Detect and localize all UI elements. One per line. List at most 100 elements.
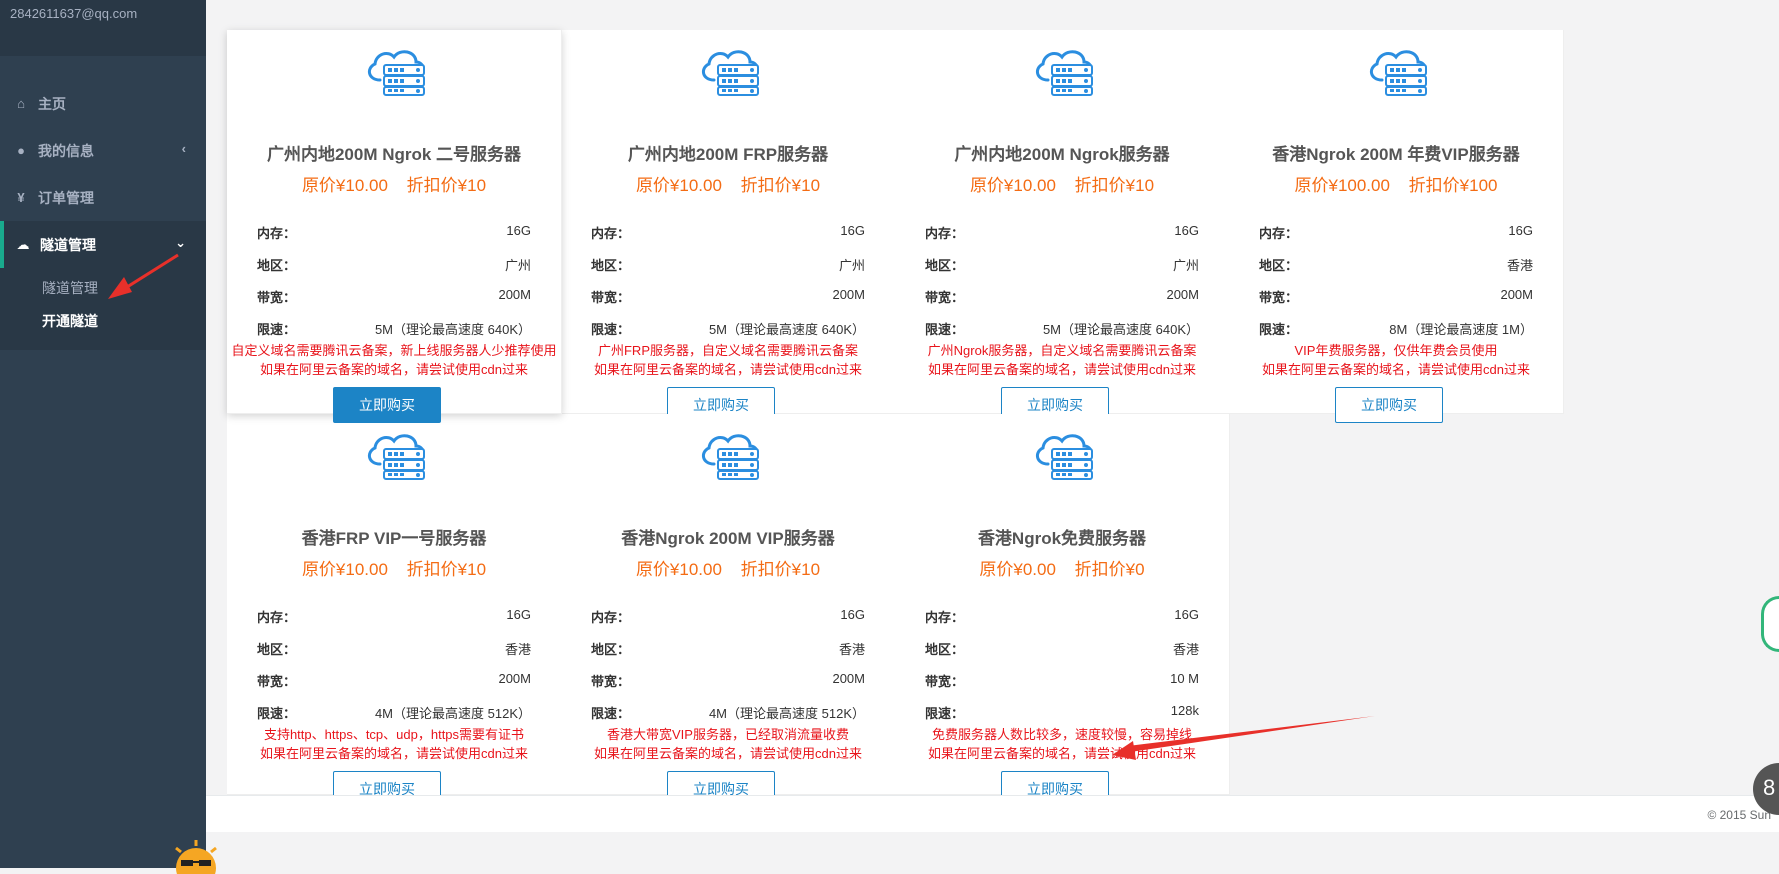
spec-speed: 限速： 8M（理论最高速度 1M）	[1259, 319, 1533, 339]
spec-label: 地区：	[925, 642, 965, 657]
discount-price: 折扣价¥10	[740, 560, 821, 579]
server-price: 原价¥10.00 折扣价¥10	[227, 555, 561, 580]
server-card: 香港Ngrok 200M VIP服务器 原价¥10.00 折扣价¥10 内存： …	[561, 414, 896, 807]
spec-label: 限速：	[257, 706, 297, 721]
spec-memory: 内存： 16G	[1259, 223, 1533, 243]
cloud-server-icon	[1035, 434, 1093, 480]
spec-region: 地区： 广州	[591, 255, 865, 275]
spec-label: 带宽：	[257, 674, 297, 689]
server-note: 免费服务器人数比较多，速度较慢，容易掉线	[931, 727, 1192, 742]
subnav-tunnel-manage[interactable]: 隧道管理	[0, 272, 206, 305]
spec-label: 带宽：	[1259, 290, 1299, 305]
spec-speed: 限速： 5M（理论最高速度 640K）	[591, 319, 865, 339]
spec-region: 地区： 香港	[1259, 255, 1533, 275]
server-card: 香港Ngrok免费服务器 原价¥0.00 折扣价¥0 内存： 16G 地区： 香…	[895, 414, 1230, 807]
spec-value: 16G	[506, 607, 531, 622]
nav-item-tunnels[interactable]: ☁ 隧道管理 ⌄	[0, 221, 206, 268]
sidebar: 2842611637@qq.com ⌂ 主页 ● 我的信息 ‹ ¥ 订单管理 ☁…	[0, 0, 206, 868]
spec-value: 16G	[506, 223, 531, 238]
tunnel-submenu: 隧道管理 开通隧道	[0, 268, 206, 350]
spec-label: 地区：	[1259, 258, 1299, 273]
nav-item-orders[interactable]: ¥ 订单管理	[0, 174, 206, 221]
spec-value: 香港	[1172, 642, 1199, 657]
spec-memory: 内存： 16G	[925, 223, 1199, 243]
server-note: 广州Ngrok服务器，自定义域名需要腾讯云备案	[927, 343, 1197, 358]
spec-bandwidth: 带宽： 200M	[925, 287, 1199, 307]
server-title: 广州内地200M Ngrok 二号服务器	[266, 145, 522, 164]
spec-value: 香港	[1506, 258, 1533, 273]
server-note: 如果在阿里云备案的域名，请尝试使用cdn过来	[594, 362, 862, 377]
spec-region: 地区： 广州	[257, 255, 531, 275]
server-title: 广州内地200M Ngrok服务器	[954, 145, 1170, 164]
spec-label: 内存：	[591, 226, 631, 241]
spec-value: 200M	[498, 671, 531, 686]
server-card: 广州内地200M Ngrok 二号服务器 原价¥10.00 折扣价¥10 内存：…	[227, 30, 562, 423]
spec-label: 带宽：	[925, 674, 965, 689]
server-price: 原价¥100.00 折扣价¥100	[1229, 171, 1563, 196]
chevron-left-icon: ‹	[181, 141, 186, 156]
discount-price: 折扣价¥10	[1074, 176, 1155, 195]
original-price: 原价¥10.00	[301, 176, 388, 195]
cloud-server-icon	[367, 434, 425, 480]
cloud-server-icon	[367, 50, 425, 96]
server-note: 如果在阿里云备案的域名，请尝试使用cdn过来	[928, 746, 1196, 761]
spec-label: 地区：	[925, 258, 965, 273]
server-note: VIP年费服务器，仅供年费会员使用	[1294, 343, 1498, 358]
user-email: 2842611637@qq.com	[0, 0, 206, 56]
spec-label: 地区：	[591, 258, 631, 273]
cloud-server-icon	[1035, 50, 1093, 96]
nav-item-my-info[interactable]: ● 我的信息 ‹	[0, 127, 206, 174]
spec-value: 10 M	[1170, 671, 1199, 686]
server-title: 广州内地200M FRP服务器	[627, 145, 829, 164]
buy-now-button[interactable]: 立即购买	[1335, 387, 1443, 423]
spec-value: 16G	[1508, 223, 1533, 238]
spec-memory: 内存： 16G	[591, 223, 865, 243]
server-price: 原价¥10.00 折扣价¥10	[561, 555, 895, 580]
subnav-open-tunnel[interactable]: 开通隧道	[0, 305, 206, 338]
original-price: 原价¥10.00	[635, 176, 722, 195]
server-price: 原价¥10.00 折扣价¥10	[227, 171, 561, 196]
spec-label: 地区：	[257, 258, 297, 273]
spec-speed: 限速： 4M（理论最高速度 512K）	[257, 703, 531, 723]
server-note: 香港大带宽VIP服务器，已经取消流量收费	[607, 727, 849, 742]
spec-label: 内存：	[925, 226, 965, 241]
server-note: 如果在阿里云备案的域名，请尝试使用cdn过来	[1262, 362, 1530, 377]
nav-label: 我的信息	[38, 142, 94, 159]
spec-label: 带宽：	[257, 290, 297, 305]
spec-value: 200M	[832, 671, 865, 686]
discount-price: 折扣价¥0	[1074, 560, 1145, 579]
buy-now-button[interactable]: 立即购买	[333, 387, 441, 423]
yen-icon: ¥	[17, 190, 25, 205]
discount-price: 折扣价¥100	[1408, 176, 1498, 195]
spec-label: 地区：	[257, 642, 297, 657]
spec-value: 200M	[498, 287, 531, 302]
spec-memory: 内存： 16G	[257, 607, 531, 627]
discount-price: 折扣价¥10	[406, 560, 487, 579]
spec-label: 限速：	[1259, 322, 1299, 337]
spec-value: 广州	[504, 258, 531, 273]
cloud-server-icon	[701, 50, 759, 96]
cloud-server-icon	[1369, 50, 1427, 96]
server-card: 广州内地200M Ngrok服务器 原价¥10.00 折扣价¥10 内存： 16…	[895, 30, 1230, 423]
server-price: 原价¥10.00 折扣价¥10	[561, 171, 895, 196]
server-note: 支持http、https、tcp、udp，https需要有证书	[263, 727, 525, 742]
nav-item-home[interactable]: ⌂ 主页	[0, 80, 206, 127]
spec-label: 带宽：	[591, 674, 631, 689]
discount-price: 折扣价¥10	[740, 176, 821, 195]
original-price: 原价¥0.00	[979, 560, 1056, 579]
spec-value: 5M（理论最高速度 640K）	[1042, 322, 1199, 337]
floating-widget[interactable]	[1761, 596, 1779, 652]
spec-region: 地区： 香港	[925, 639, 1199, 659]
spec-label: 限速：	[925, 322, 965, 337]
spec-value: 128k	[1170, 703, 1199, 718]
server-price: 原价¥10.00 折扣价¥10	[895, 171, 1229, 196]
footer: © 2015 Sun	[206, 795, 1779, 832]
spec-value: 200M	[832, 287, 865, 302]
spec-value: 5M（理论最高速度 640K）	[708, 322, 865, 337]
spec-value: 8M（理论最高速度 1M）	[1389, 322, 1533, 337]
spec-bandwidth: 带宽： 200M	[591, 287, 865, 307]
spec-value: 200M	[1500, 287, 1533, 302]
server-card: 香港FRP VIP一号服务器 原价¥10.00 折扣价¥10 内存： 16G 地…	[227, 414, 562, 807]
server-title: 香港Ngrok 200M 年费VIP服务器	[1272, 145, 1520, 164]
spec-value: 香港	[838, 642, 865, 657]
